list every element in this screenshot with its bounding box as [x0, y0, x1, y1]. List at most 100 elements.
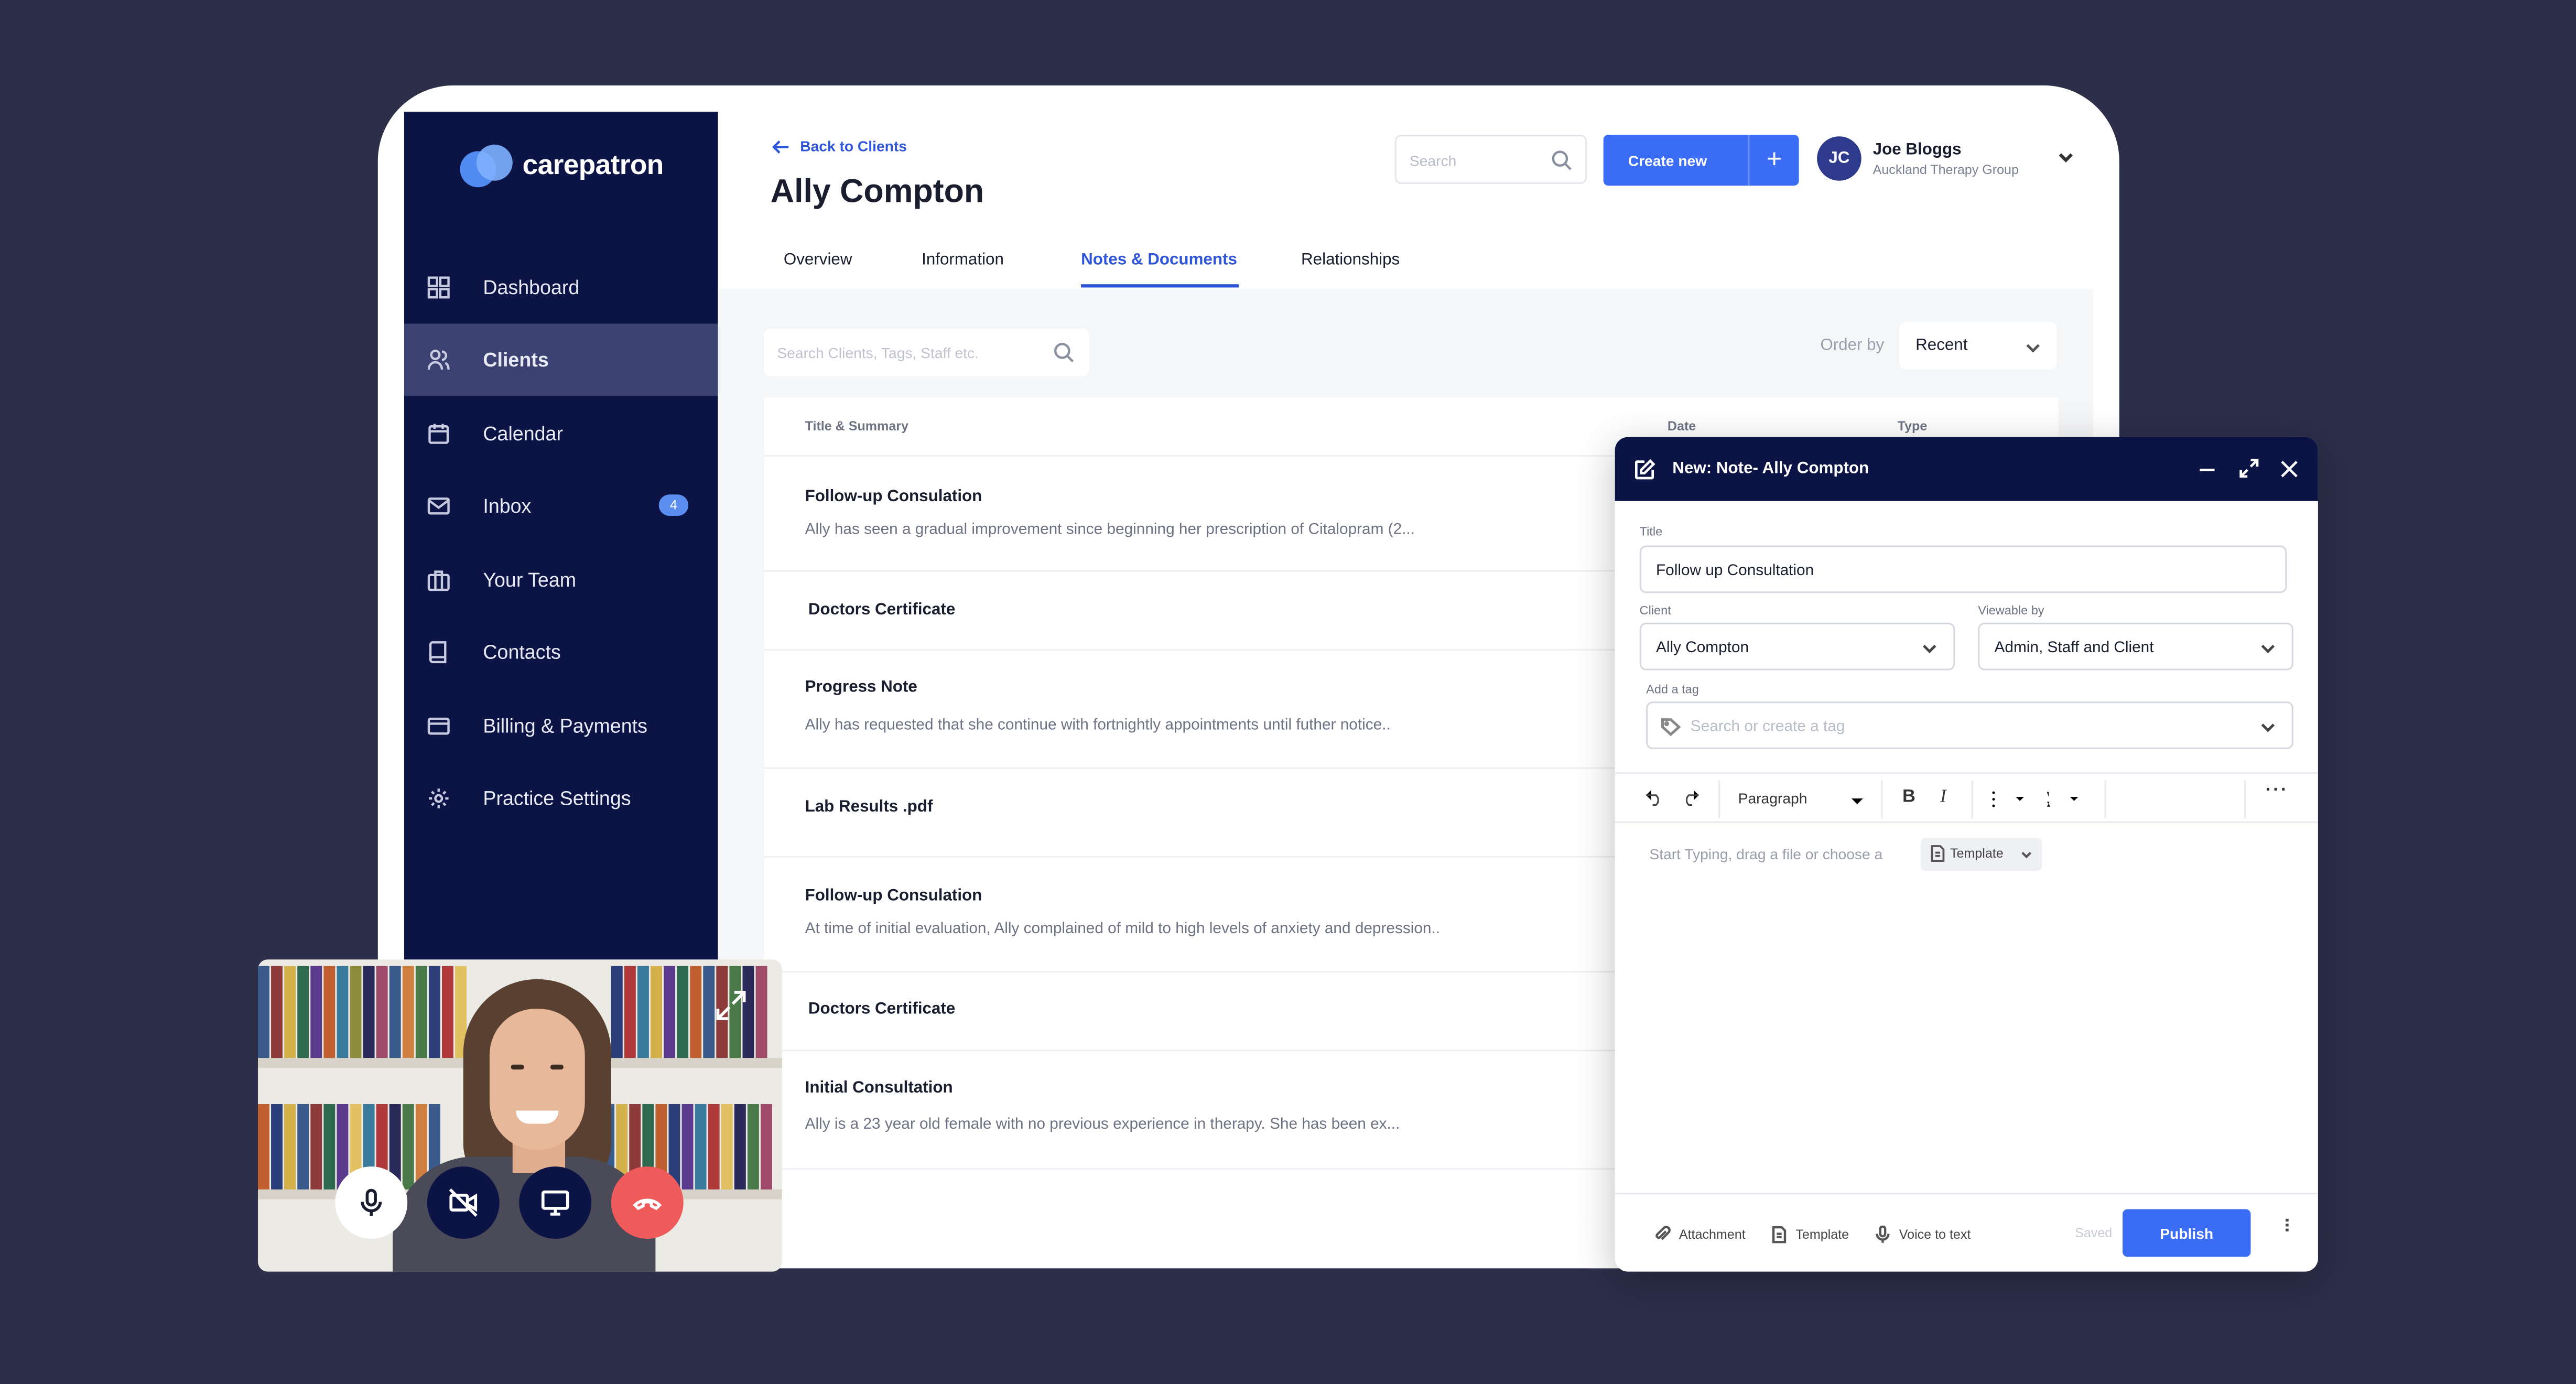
tab-information[interactable]: Information: [922, 251, 1004, 269]
column-header-date: Date: [1667, 419, 1696, 434]
voice-to-text-button[interactable]: Voice to text: [1875, 1225, 1971, 1244]
attachment-button[interactable]: Attachment: [1654, 1226, 1746, 1244]
screen-share-icon: [541, 1190, 569, 1216]
sidebar-item-clients[interactable]: Clients: [404, 323, 718, 396]
users-icon: [427, 348, 450, 371]
close-icon[interactable]: [2280, 460, 2298, 478]
note-editor-title: New: Note- Ally Compton: [1672, 460, 1869, 478]
title-field[interactable]: Follow up Consultation: [1639, 545, 2287, 593]
minimize-icon[interactable]: [2198, 460, 2216, 478]
saved-status: Saved: [2075, 1225, 2113, 1241]
tab-overview[interactable]: Overview: [784, 251, 852, 269]
paperclip-icon: [1655, 1226, 1671, 1240]
client-select[interactable]: Ally Compton: [1639, 622, 1955, 671]
plus-icon[interactable]: +: [1748, 134, 1799, 186]
template-chip[interactable]: Template: [1920, 838, 2042, 871]
tag-input[interactable]: Search or create a tag: [1646, 701, 2293, 750]
camera-toggle-button[interactable]: [427, 1166, 500, 1239]
end-call-icon: [633, 1198, 662, 1210]
mic-button[interactable]: [335, 1166, 408, 1239]
search-icon: [1054, 343, 1074, 363]
end-call-button[interactable]: [611, 1166, 684, 1239]
logo[interactable]: carepatron: [460, 144, 664, 188]
template-button[interactable]: Template: [1771, 1226, 1849, 1244]
sidebar-item-dashboard[interactable]: Dashboard: [404, 251, 718, 323]
sidebar-item-contacts[interactable]: Contacts: [404, 616, 718, 688]
more-options-icon[interactable]: ···: [2266, 781, 2289, 801]
align-left-icon[interactable]: [2131, 790, 2151, 808]
align-right-icon[interactable]: [2206, 790, 2226, 808]
logo-text: carepatron: [522, 149, 664, 181]
tab-relationships[interactable]: Relationships: [1301, 251, 1400, 269]
page-title: Ally Compton: [770, 174, 984, 211]
editor-toolbar: Paragraph B I ···: [1615, 772, 2318, 824]
document-icon: [1772, 1226, 1787, 1244]
sidebar-item-label: Contacts: [483, 641, 561, 664]
sidebar-item-label: Inbox: [483, 494, 532, 518]
back-to-clients-link[interactable]: Back to Clients: [772, 138, 907, 155]
document-icon: [1931, 845, 1945, 862]
publish-button[interactable]: Publish: [2122, 1209, 2251, 1257]
arrow-left-icon: [772, 139, 789, 153]
create-new-button[interactable]: Create new +: [1603, 134, 1799, 186]
tab-notes-documents[interactable]: Notes & Documents: [1081, 251, 1237, 269]
logo-icon: [460, 144, 516, 188]
chevron-down-icon[interactable]: [2057, 148, 2075, 166]
viewable-by-select[interactable]: Admin, Staff and Client: [1978, 622, 2293, 671]
note-editor-header: New: Note- Ally Compton: [1615, 437, 2318, 501]
order-by-label: Order by: [1820, 337, 1885, 355]
client-header: Back to Clients Ally Compton Search Crea…: [718, 112, 2093, 289]
bullet-list-icon[interactable]: [1991, 790, 2027, 808]
chevron-down-icon: [2021, 851, 2032, 859]
client-field-label: Client: [1639, 603, 1671, 618]
sidebar-item-calendar[interactable]: Calendar: [404, 397, 718, 470]
sidebar-item-label: Dashboard: [483, 276, 580, 299]
person-face: [489, 1009, 585, 1150]
undo-icon[interactable]: [1644, 788, 1664, 806]
bold-button[interactable]: B: [1902, 787, 1915, 807]
sidebar-item-inbox[interactable]: Inbox 4: [404, 470, 718, 542]
sidebar-item-label: Clients: [483, 348, 549, 372]
screen-share-button[interactable]: [519, 1166, 592, 1239]
note-editor-footer: Attachment Template Voice to text Saved …: [1615, 1193, 2318, 1271]
editor-body-placeholder[interactable]: Start Typing, drag a file or choose a: [1649, 846, 1882, 862]
more-options-icon[interactable]: ···: [2275, 1217, 2298, 1232]
briefcase-icon: [427, 568, 450, 591]
mic-icon: [1876, 1225, 1890, 1243]
search-input[interactable]: Search: [1394, 134, 1587, 184]
redo-icon[interactable]: [1681, 788, 1701, 806]
chevron-down-icon: [1923, 644, 1936, 654]
order-by-select[interactable]: Recent: [1899, 322, 2057, 370]
sidebar-item-billing[interactable]: Billing & Payments: [404, 690, 718, 762]
search-icon: [1552, 150, 1572, 170]
viewable-by-label: Viewable by: [1978, 603, 2044, 618]
chevron-down-icon: [2261, 723, 2275, 732]
numbered-list-icon[interactable]: [2045, 790, 2082, 808]
person-eye: [550, 1064, 564, 1070]
mic-icon: [361, 1188, 382, 1216]
sidebar-item-your-team[interactable]: Your Team: [404, 544, 718, 616]
avatar[interactable]: JC: [1817, 136, 1861, 181]
paragraph-style-select[interactable]: Paragraph: [1738, 790, 1807, 806]
sidebar-item-label: Your Team: [483, 568, 577, 592]
notes-search-input[interactable]: Search Clients, Tags, Staff etc.: [764, 328, 1089, 376]
gear-icon: [427, 787, 450, 810]
column-header-title: Title & Summary: [805, 419, 908, 434]
video-call-window: [258, 959, 782, 1272]
chevron-down-icon: [1851, 798, 1863, 805]
person-eye: [511, 1064, 524, 1070]
note-editor-panel: New: Note- Ally Compton Title Follow up …: [1615, 437, 2318, 1272]
edit-icon: [1635, 459, 1655, 480]
italic-button[interactable]: I: [1940, 787, 1946, 807]
chevron-down-icon: [2261, 644, 2275, 654]
active-tab-indicator: [1081, 284, 1239, 288]
maximize-icon[interactable]: [2239, 458, 2259, 478]
align-center-icon[interactable]: [2169, 790, 2189, 808]
grid-icon: [427, 276, 450, 299]
expand-icon[interactable]: [715, 989, 748, 1022]
sidebar-item-label: Practice Settings: [483, 787, 631, 810]
sidebar-item-practice-settings[interactable]: Practice Settings: [404, 762, 718, 835]
book-icon: [427, 641, 450, 664]
card-icon: [427, 715, 450, 738]
sidebar-item-label: Billing & Payments: [483, 715, 647, 738]
